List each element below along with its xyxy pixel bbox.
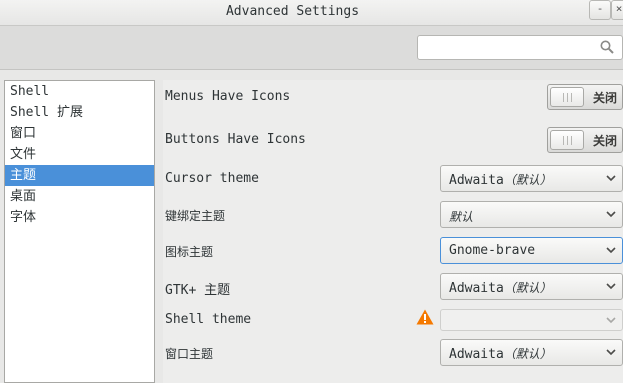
chevron-down-icon: [606, 175, 616, 182]
menus-have-icons-row: Menus Have Icons 关闭: [163, 82, 623, 112]
search-input[interactable]: [424, 39, 594, 56]
gtk-theme-row: GTK+ 主题 Adwaita（默认）: [163, 272, 623, 302]
gtk-theme-dropdown[interactable]: Adwaita（默认）: [440, 273, 623, 300]
window-theme-row: 窗口主题 Adwaita（默认）: [163, 338, 623, 368]
minimize-button[interactable]: -: [589, 0, 611, 20]
search-box[interactable]: [417, 35, 623, 60]
switch-state-label: 关闭: [592, 134, 617, 148]
shell-theme-dropdown[interactable]: [440, 309, 623, 331]
switch-state-label: 关闭: [592, 91, 617, 105]
settings-panel: Menus Have Icons 关闭 Buttons Have Icons 关…: [163, 80, 623, 383]
menus-have-icons-label: Menus Have Icons: [165, 89, 291, 104]
shell-theme-row: Shell theme: [163, 305, 623, 335]
icon-theme-dropdown[interactable]: Gnome-brave: [440, 237, 623, 264]
sidebar-item-desktop[interactable]: 桌面: [5, 186, 154, 207]
cursor-theme-value: Adwaita（默认）: [449, 173, 552, 188]
switch-knob[interactable]: [550, 87, 584, 107]
icon-theme-label: 图标主题: [165, 245, 214, 259]
buttons-have-icons-label: Buttons Have Icons: [165, 132, 306, 147]
chevron-down-icon: [606, 247, 616, 254]
chevron-down-icon: [606, 349, 616, 356]
sidebar-item-files[interactable]: 文件: [5, 144, 154, 165]
cursor-theme-dropdown[interactable]: Adwaita（默认）: [440, 165, 623, 192]
chevron-down-icon: [606, 283, 616, 290]
sidebar-item-fonts[interactable]: 字体: [5, 207, 154, 228]
buttons-have-icons-row: Buttons Have Icons 关闭: [163, 125, 623, 155]
keybinding-theme-label: 键绑定主题: [165, 209, 226, 223]
window-theme-label: 窗口主题: [165, 347, 214, 361]
sidebar-item-shell-extensions[interactable]: Shell 扩展: [5, 102, 154, 123]
sidebar-item-windows[interactable]: 窗口: [5, 123, 154, 144]
sidebar-item-theme[interactable]: 主题: [5, 165, 154, 186]
cursor-theme-row: Cursor theme Adwaita（默认）: [163, 164, 623, 194]
window-theme-value: Adwaita（默认）: [449, 347, 552, 362]
header-bar: [0, 26, 623, 70]
search-icon[interactable]: [600, 40, 614, 54]
gtk-theme-label: GTK+ 主题: [165, 283, 231, 298]
switch-knob[interactable]: [550, 130, 584, 150]
menus-have-icons-switch[interactable]: 关闭: [547, 84, 623, 110]
keybinding-theme-dropdown[interactable]: 默认: [440, 201, 623, 228]
close-button[interactable]: ×: [611, 0, 623, 20]
sidebar-item-shell[interactable]: Shell: [5, 81, 154, 102]
keybinding-theme-value: 默认: [449, 210, 474, 224]
warning-icon: [416, 309, 434, 325]
window-title: Advanced Settings: [225, 4, 360, 19]
icon-theme-value: Gnome-brave: [449, 243, 536, 258]
window-theme-dropdown[interactable]: Adwaita（默认）: [440, 339, 623, 366]
category-sidebar: Shell Shell 扩展 窗口 文件 主题 桌面 字体: [4, 80, 155, 383]
gtk-theme-value: Adwaita（默认）: [449, 281, 552, 296]
cursor-theme-label: Cursor theme: [165, 171, 259, 186]
keybinding-theme-row: 键绑定主题 默认: [163, 200, 623, 230]
chevron-down-icon: [606, 211, 616, 218]
chevron-down-icon: [606, 317, 616, 324]
buttons-have-icons-switch[interactable]: 关闭: [547, 127, 623, 153]
shell-theme-label: Shell theme: [165, 312, 252, 327]
icon-theme-row: 图标主题 Gnome-brave: [163, 236, 623, 266]
title-bar: Advanced Settings - ×: [0, 0, 623, 26]
